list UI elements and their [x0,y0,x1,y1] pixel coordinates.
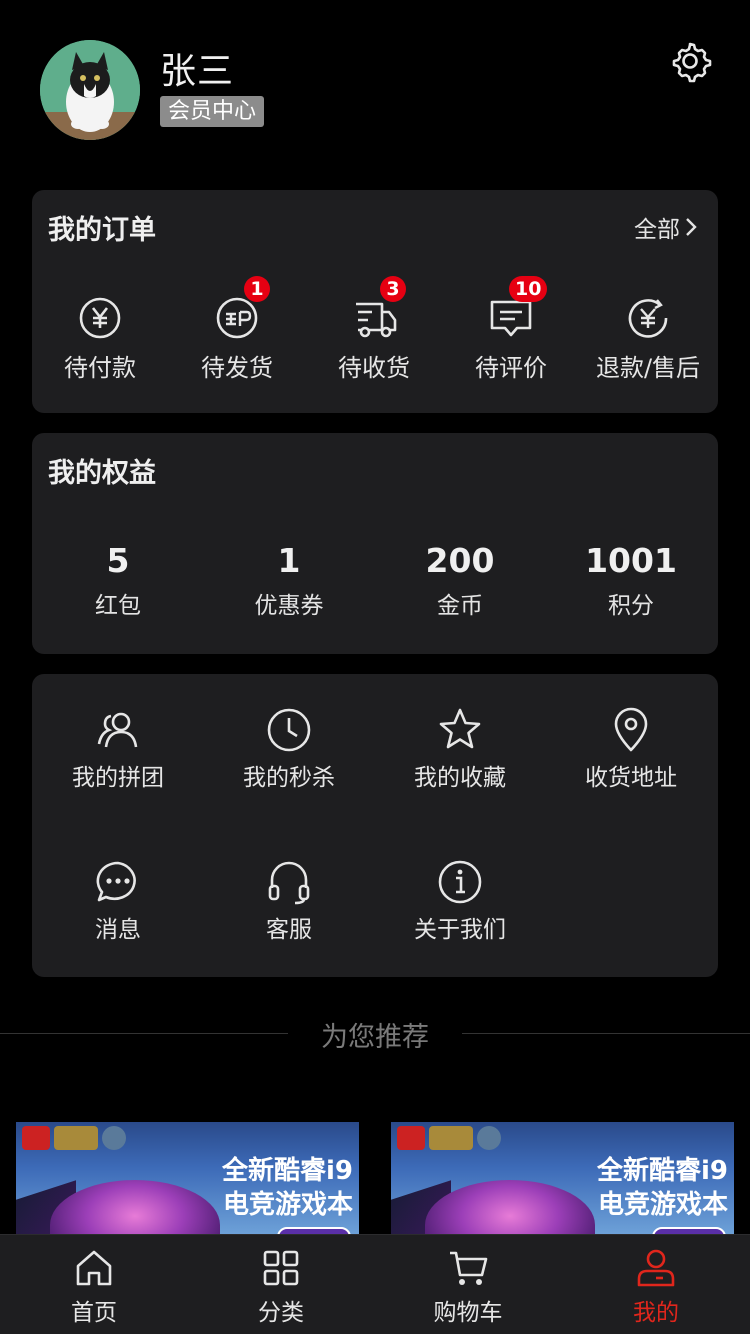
benefits-title: 我的权益 [48,458,156,489]
order-label: 待付款 [64,354,136,382]
dota-logo-icon [102,1126,126,1150]
tool-messages[interactable]: 消息 [33,858,203,944]
order-label: 待评价 [475,354,547,382]
tool-label: 我的收藏 [414,765,506,791]
headline-line-1: 全新酷睿i9 [596,1156,728,1186]
orders-view-all-link[interactable]: 全部 [634,210,698,244]
tab-mine[interactable]: 我的 [596,1247,716,1327]
tool-favorites[interactable]: 我的收藏 [375,706,545,792]
cf-logo-icon [22,1126,50,1150]
order-label: 退款/售后 [595,354,701,382]
benefit-value: 1001 [585,541,677,580]
clock-icon [265,706,313,754]
tool-customer-service[interactable]: 客服 [204,858,374,944]
headset-icon [265,858,313,906]
tool-label: 消息 [95,917,141,943]
avatar[interactable] [40,40,140,140]
tool-about-us[interactable]: 关于我们 [375,858,545,944]
benefit-gold-coins[interactable]: 200 金币 [375,541,545,620]
tab-cart[interactable]: 购物车 [408,1247,528,1327]
product-headline: 全新酷睿i9 电竞游戏本 [222,1154,353,1222]
my-orders-card: 我的订单 全部 待付款 1 待发货 3 待收货 10 待评价 退款/售后 [32,190,718,413]
badge-count: 1 [244,276,270,302]
headline-line-2: 电竞游戏本 [597,1190,728,1220]
tool-flash-sale[interactable]: 我的秒杀 [204,706,374,792]
refund-icon [624,294,672,342]
chat-bubble-icon [94,858,142,906]
order-pending-receipt[interactable]: 3 待收货 [309,276,439,383]
settings-gear-icon[interactable] [668,39,712,83]
headline-line-1: 全新酷睿i9 [221,1156,353,1186]
benefit-red-packet[interactable]: 5 红包 [33,541,203,620]
my-benefits-card: 我的权益 5 红包 1 优惠券 200 金币 1001 积分 [32,433,718,654]
group-users-icon [94,706,142,754]
product-card[interactable]: 全新酷睿i9 电竞游戏本 [16,1122,359,1237]
brand-logos [397,1126,501,1150]
tool-group-buy[interactable]: 我的拼团 [33,706,203,792]
brand-logos [22,1126,126,1150]
comment-icon: 10 [487,276,548,342]
recommend-title: 为您推荐 [321,1022,429,1053]
tool-label: 我的拼团 [72,765,164,791]
benefit-points[interactable]: 1001 积分 [546,541,716,620]
order-pending-shipment[interactable]: 1 待发货 [172,276,302,383]
benefit-value: 1 [277,541,301,580]
benefit-value: 5 [106,541,130,580]
star-icon [436,706,484,754]
lol-logo-icon [54,1126,98,1150]
tab-label: 我的 [633,1300,679,1326]
tool-label: 客服 [266,917,312,943]
product-headline: 全新酷睿i9 电竞游戏本 [597,1154,728,1222]
view-all-label: 全部 [634,217,680,243]
bottom-tab-bar: 首页 分类 购物车 我的 [0,1234,750,1334]
order-label: 待发货 [201,354,273,382]
yen-circle-icon [76,294,124,342]
product-card[interactable]: 全新酷睿i9 电竞游戏本 [391,1122,734,1237]
tool-shipping-address[interactable]: 收货地址 [546,706,716,792]
info-icon [436,858,484,906]
lol-logo-icon [429,1126,473,1150]
mail-post-icon: 1 [213,276,270,342]
cat-avatar-image [40,40,140,140]
order-label: 待收货 [338,354,410,382]
benefit-label: 积分 [608,593,654,619]
tool-label: 收货地址 [585,765,677,791]
chevron-right-icon [686,218,697,236]
order-pending-payment[interactable]: 待付款 [35,294,165,383]
benefit-coupon[interactable]: 1 优惠券 [204,541,374,620]
username: 张三 [160,51,235,92]
tab-label: 分类 [258,1300,304,1326]
benefit-label: 优惠券 [254,593,324,619]
home-icon [73,1247,115,1289]
benefit-label: 红包 [95,593,141,619]
order-pending-review[interactable]: 10 待评价 [446,276,576,383]
member-center-badge[interactable]: 会员中心 [160,96,265,127]
benefit-label: 金币 [437,593,483,619]
tools-card: 我的拼团 我的秒杀 我的收藏 收货地址 消息 客服 关于我们 [32,674,718,977]
order-refund-after-sale[interactable]: 退款/售后 [583,294,713,383]
cart-icon [447,1247,489,1289]
tab-category[interactable]: 分类 [221,1247,341,1327]
tool-label: 我的秒杀 [243,765,335,791]
location-pin-icon [607,706,655,754]
benefit-value: 200 [425,541,495,580]
cf-logo-icon [397,1126,425,1150]
user-icon [635,1247,677,1289]
profile-header: 张三 会员中心 [0,0,750,170]
tab-label: 购物车 [433,1300,503,1326]
badge-count: 3 [380,276,406,302]
dota-logo-icon [477,1126,501,1150]
delivery-truck-icon: 3 [350,276,406,342]
tab-label: 首页 [71,1300,117,1326]
badge-count: 10 [509,276,548,302]
tool-label: 关于我们 [414,917,506,943]
category-grid-icon [260,1247,302,1289]
tab-home[interactable]: 首页 [34,1247,154,1327]
headline-line-2: 电竞游戏本 [222,1190,353,1220]
orders-title: 我的订单 [48,215,156,246]
